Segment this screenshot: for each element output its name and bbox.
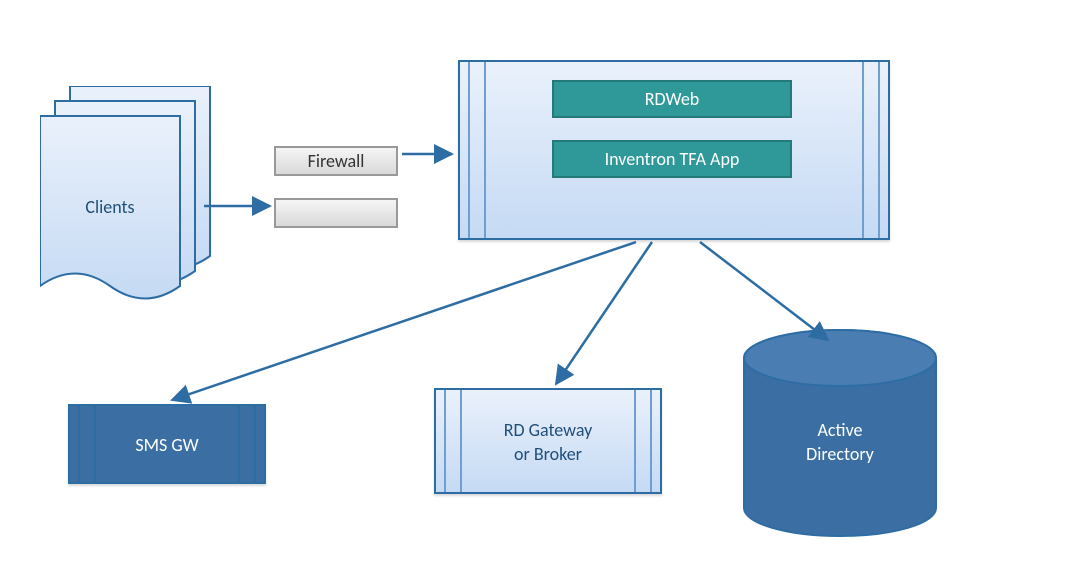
diagram-canvas: Clients Firewall RDWeb Inventron TFA App… [0,0,1072,578]
rdweb-box: RDWeb [552,80,792,118]
clients-shape: Clients [40,86,230,306]
firewall-box-2 [274,198,398,228]
tfa-box: Inventron TFA App [552,140,792,178]
rdgw-box: RD Gatewayor Broker [434,388,662,494]
rdweb-label: RDWeb [645,88,700,110]
ad-shape: ActiveDirectory [740,328,940,538]
arrow-server-rdgw [556,242,652,384]
clients-label: Clients [15,196,205,218]
arrow-server-smsgw [172,242,636,400]
tfa-label: Inventron TFA App [605,148,740,170]
firewall-box: Firewall [274,146,398,176]
smsgw-box: SMS GW [68,404,266,484]
firewall-label: Firewall [308,150,365,172]
arrow-server-ad [700,242,828,340]
ad-label: ActiveDirectory [740,418,940,466]
server-panel: RDWeb Inventron TFA App [458,60,890,240]
smsgw-label: SMS GW [70,434,264,456]
rdgw-label: RD Gatewayor Broker [436,418,660,466]
